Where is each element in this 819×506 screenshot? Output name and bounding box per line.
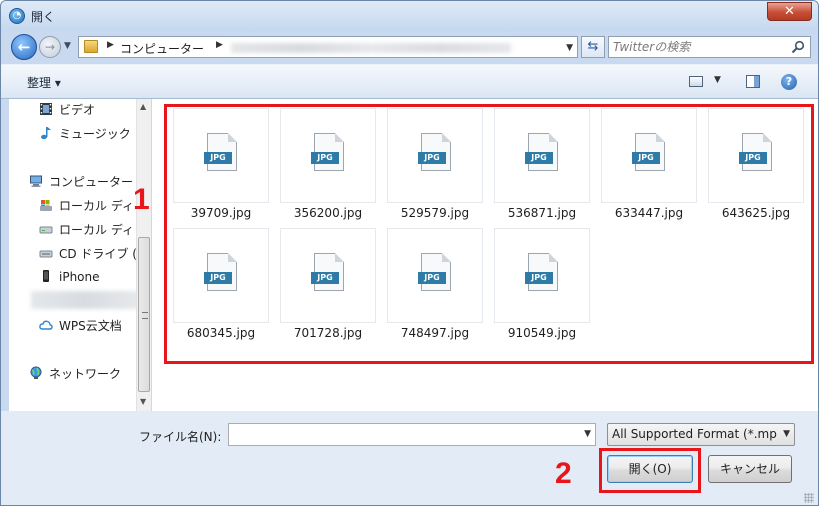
nav-item-network[interactable]: ネットワーク <box>29 365 121 385</box>
network-icon <box>30 366 42 379</box>
command-toolbar: 整理 ▾ ▼ ? <box>1 64 818 99</box>
nav-item-label: ミュージック <box>59 127 131 141</box>
forward-arrow-icon: → <box>44 40 56 54</box>
annotation-highlight-open <box>599 448 701 493</box>
preview-pane-icon[interactable] <box>746 75 760 88</box>
back-arrow-icon: ← <box>17 38 31 56</box>
close-button[interactable]: ✕ <box>767 2 812 21</box>
nav-item-label: コンピューター <box>49 175 134 189</box>
breadcrumb-arrow-icon[interactable]: ▶ <box>216 40 223 50</box>
music-icon <box>41 127 51 140</box>
scroll-grip-icon <box>142 312 148 319</box>
cloud-icon <box>39 320 53 330</box>
navigation-pane-scrollbar[interactable]: ▲ ▼ <box>136 99 151 411</box>
annotation-step-2: 2 <box>555 457 572 490</box>
nav-item-local-disk-c[interactable]: ローカル ディ <box>39 197 134 217</box>
nav-item-wps-cloud[interactable]: WPS云文档 <box>39 317 122 337</box>
nav-item-label: WPS云文档 <box>59 319 122 333</box>
close-icon: ✕ <box>784 4 795 19</box>
nav-item-label: ローカル ディ <box>59 199 134 213</box>
history-dropdown-button[interactable]: ▼ <box>64 41 74 51</box>
scroll-thumb[interactable] <box>138 237 150 392</box>
scroll-down-icon[interactable]: ▼ <box>140 397 146 406</box>
navigation-bar: ← → ▼ ▶ コンピューター ▶ ▼ ⇆ <box>1 31 818 64</box>
nav-item-redacted[interactable] <box>31 291 139 309</box>
folder-icon <box>84 40 98 53</box>
title-bar[interactable]: ◔ 開く ✕ <box>1 1 818 31</box>
change-view-icon[interactable] <box>689 76 703 87</box>
help-icon[interactable]: ? <box>781 74 797 90</box>
search-icon[interactable] <box>791 40 805 54</box>
open-file-dialog: ◔ 開く ✕ ← → ▼ ▶ コンピューター ▶ ▼ ⇆ 整理 ▾ ▼ <box>0 0 819 506</box>
nav-item-label: ビデオ <box>59 103 96 117</box>
address-bar[interactable]: ▶ コンピューター ▶ ▼ <box>78 36 578 58</box>
film-icon <box>40 103 52 115</box>
address-dropdown-icon[interactable]: ▼ <box>566 43 573 53</box>
chevron-down-icon: ▼ <box>64 41 71 51</box>
annotation-step-1: 1 <box>133 183 150 216</box>
refresh-button[interactable]: ⇆ <box>581 36 605 58</box>
breadcrumb-redacted-path <box>231 43 511 53</box>
nav-item-label: CD ドライブ ( <box>59 247 137 261</box>
nav-item-local-disk-d[interactable]: ローカル ディ <box>39 221 134 241</box>
annotation-highlight-files <box>164 104 814 364</box>
forward-button[interactable]: → <box>39 36 61 58</box>
filename-label: ファイル名(N): <box>139 430 222 444</box>
phone-icon <box>43 270 49 282</box>
organize-button[interactable]: 整理 ▾ <box>27 74 61 91</box>
window-title: 開く <box>31 10 56 24</box>
cancel-button[interactable]: キャンセル <box>708 455 792 483</box>
breadcrumb-computer[interactable]: コンピューター <box>120 40 204 57</box>
chevron-down-icon[interactable]: ▼ <box>783 424 790 445</box>
nav-item-iphone[interactable]: iPhone <box>39 269 100 289</box>
file-type-filter-value: All Supported Format (*.mp <box>612 427 777 441</box>
resize-grip-icon[interactable] <box>804 493 814 503</box>
nav-item-videos[interactable]: ビデオ <box>39 101 95 121</box>
app-icon: ◔ <box>9 8 25 24</box>
nav-item-label: ローカル ディ <box>59 223 134 237</box>
file-type-filter[interactable]: All Supported Format (*.mp ▼ <box>607 423 795 446</box>
scroll-up-icon[interactable]: ▲ <box>140 102 146 111</box>
cd-drive-icon <box>39 250 53 258</box>
computer-icon <box>30 175 42 187</box>
search-box[interactable] <box>608 36 811 58</box>
nav-item-computer[interactable]: コンピューター <box>29 173 133 193</box>
local-disk-icon <box>39 226 53 234</box>
nav-item-label: iPhone <box>59 270 100 284</box>
filename-combobox[interactable]: ▼ <box>228 423 596 446</box>
nav-item-cd-drive[interactable]: CD ドライブ ( <box>39 245 137 265</box>
refresh-icon: ⇆ <box>587 39 599 54</box>
navigation-pane: ビデオ ミュージック コンピューター ローカル ディ ローカル ディ CD ドラ… <box>9 99 151 411</box>
chevron-down-icon[interactable]: ▼ <box>714 75 721 85</box>
chevron-down-icon[interactable]: ▼ <box>584 429 591 439</box>
back-button[interactable]: ← <box>11 34 37 60</box>
filename-input[interactable] <box>229 424 569 444</box>
nav-item-label: ネットワーク <box>49 367 122 381</box>
nav-item-music[interactable]: ミュージック <box>39 125 131 145</box>
local-disk-windows-icon <box>40 200 52 211</box>
search-input[interactable] <box>613 39 788 55</box>
breadcrumb-arrow-icon[interactable]: ▶ <box>107 40 114 50</box>
